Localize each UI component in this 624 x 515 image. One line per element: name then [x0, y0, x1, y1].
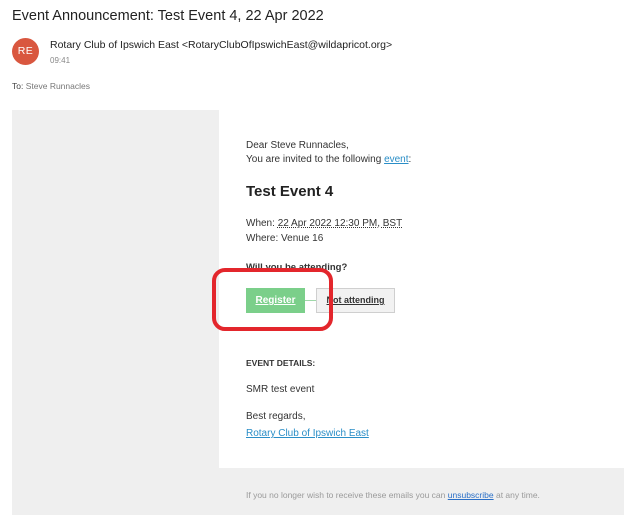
when-value: 22 Apr 2022 12:30 PM, BST [277, 218, 403, 229]
to-label: To: [12, 81, 24, 91]
email-time: 09:41 [50, 56, 71, 65]
details-text: SMR test event [246, 384, 315, 395]
event-where: Where: Venue 16 [246, 233, 323, 244]
invite-line: You are invited to the following event: [246, 154, 411, 165]
event-title: Test Event 4 [246, 183, 334, 200]
footer-text: If you no longer wish to receive these e… [246, 490, 446, 500]
unsubscribe-link[interactable]: unsubscribe [448, 490, 494, 500]
invite-text: You are invited to the following [246, 154, 382, 165]
details-heading: EVENT DETAILS: [246, 358, 316, 368]
event-link[interactable]: event [384, 154, 408, 165]
highlight-annotation [212, 268, 333, 331]
invite-suffix: : [408, 154, 412, 165]
email-subject: Event Announcement: Test Event 4, 22 Apr… [12, 8, 324, 24]
greeting: Dear Steve Runnacles, [246, 140, 349, 151]
footer-unsubscribe-line: If you no longer wish to receive these e… [246, 490, 540, 500]
recipient-name: Steve Runnacles [25, 81, 90, 91]
footer-suffix: at any time. [495, 490, 540, 500]
sender-avatar: RE [12, 38, 39, 65]
event-when: When: 22 Apr 2022 12:30 PM, BST [246, 218, 402, 229]
recipient-line: To: Steve Runnacles [12, 81, 90, 91]
regards: Best regards, [246, 411, 306, 422]
where-value: Venue 16 [281, 233, 324, 244]
when-label: When: [246, 218, 275, 229]
sender-address: Rotary Club of Ipswich East <RotaryClubO… [50, 39, 393, 51]
club-link[interactable]: Rotary Club of Ipswich East [246, 428, 369, 439]
where-label: Where: [246, 233, 279, 244]
